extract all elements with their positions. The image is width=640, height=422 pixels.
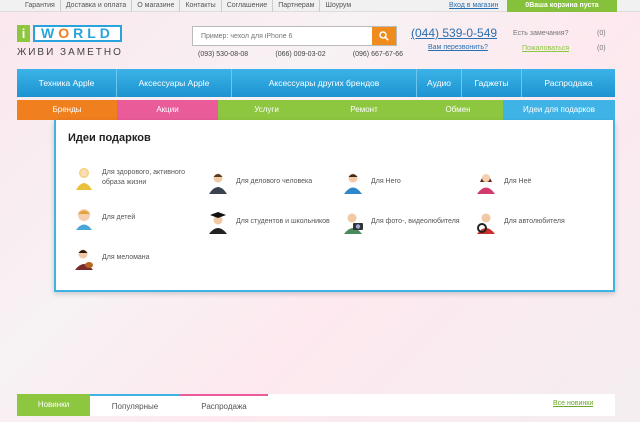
gift-item-auto[interactable]: Для автолюбителя [474, 210, 599, 234]
nav-item-gadgets[interactable]: Гаджеты [462, 69, 522, 97]
child-icon [72, 206, 96, 230]
main-nav: Техника Apple Аксессуары Apple Аксессуар… [17, 69, 615, 97]
subnav-item-promotions[interactable]: Акции [117, 100, 218, 120]
search-icon [379, 31, 389, 41]
search-box [192, 26, 397, 46]
main-phone-link[interactable]: (044) 539-0-549 [411, 26, 497, 40]
business-person-icon [206, 170, 230, 194]
complain-link[interactable]: Пожаловаться [522, 45, 569, 52]
subnav-item-services[interactable]: Услуги [218, 100, 315, 120]
sub-nav: Бренды Акции Услуги Ремонт Обмен Идеи дл… [17, 100, 615, 120]
gift-label: Для Него [371, 178, 401, 185]
gift-item-kids[interactable]: Для детей [72, 206, 197, 230]
top-menu-item-delivery[interactable]: Доставка и оплата [61, 0, 133, 12]
top-menu-item-contacts[interactable]: Контакты [180, 0, 222, 12]
top-menu-item-about[interactable]: О магазине [132, 0, 181, 12]
top-menu: Гарантия Доставка и оплата О магазине Ко… [20, 0, 356, 12]
gift-label: Для Неё [504, 178, 532, 185]
remarks-label: Есть замечания? [513, 30, 569, 37]
man-icon [341, 170, 365, 194]
gift-label: Для студентов и школьников [236, 218, 330, 225]
top-menu-item-showroom[interactable]: Шоурум [320, 0, 356, 12]
nav-item-other-accessories[interactable]: Аксессуары других брендов [232, 69, 417, 97]
complain-count: (0) [597, 45, 606, 52]
gift-item-music[interactable]: Для меломана [72, 246, 197, 270]
top-menu-item-partners[interactable]: Партнерам [273, 0, 321, 12]
subnav-item-gift-ideas[interactable]: Идеи для подарков [503, 100, 615, 120]
phone-2: (066) 009-03-02 [275, 51, 326, 58]
gift-label: Для меломана [102, 254, 150, 261]
phone-1: (093) 530-08-08 [198, 51, 249, 58]
gift-item-photo[interactable]: Для фото-, видеолюбителя [341, 210, 466, 234]
all-new-link[interactable]: Все новинки [553, 400, 593, 407]
cart-button[interactable]: 0Ваша корзина пуста [507, 0, 617, 12]
logo-tagline: ЖИВИ ЗАМЕТНО [17, 47, 123, 58]
gift-label: Для детей [102, 214, 136, 221]
logo-mark: i WORLD [17, 25, 122, 42]
search-button[interactable] [372, 27, 396, 45]
gift-item-for-her[interactable]: Для Неё [474, 170, 599, 194]
subnav-item-brands[interactable]: Бренды [17, 100, 117, 120]
top-menu-item-warranty[interactable]: Гарантия [20, 0, 61, 12]
nav-item-apple-tech[interactable]: Техника Apple [17, 69, 117, 97]
product-tabs-bar: Новинки Популярные Распродажа [17, 394, 615, 416]
tab-sale[interactable]: Распродажа [180, 394, 268, 416]
gift-ideas-panel: Идеи подарков Для здорового, активного о… [54, 120, 615, 292]
phone-list: (093) 530-08-08 (066) 009-03-02 (096) 66… [198, 51, 403, 58]
gift-label: Для автолюбителя [504, 218, 565, 225]
nav-item-apple-accessories[interactable]: Аксессуары Apple [117, 69, 232, 97]
nav-item-audio[interactable]: Аудио [417, 69, 462, 97]
logo-word: WORLD [33, 25, 122, 42]
gift-item-healthy[interactable]: Для здорового, активного образа жизни [72, 166, 197, 190]
phone-3: (096) 667-67-66 [352, 51, 403, 58]
photographer-icon [341, 210, 365, 234]
top-menu-item-agreement[interactable]: Соглашение [222, 0, 274, 12]
gift-item-for-him[interactable]: Для Него [341, 170, 466, 194]
subnav-item-exchange[interactable]: Обмен [413, 100, 503, 120]
gift-label: Для фото-, видеолюбителя [371, 218, 460, 225]
tab-popular[interactable]: Популярные [90, 394, 180, 416]
gift-label: Для делового человека [236, 178, 313, 185]
gift-item-students[interactable]: Для студентов и школьников [206, 210, 331, 234]
gift-label: Для здорового, активного образа жизни [102, 169, 186, 186]
callback-link[interactable]: Вам перезвонить? [428, 44, 488, 51]
gift-item-business[interactable]: Для делового человека [206, 170, 331, 194]
logo-letter-i: i [17, 25, 30, 42]
student-icon [206, 210, 230, 234]
remarks-count: (0) [597, 30, 606, 37]
logo[interactable]: i WORLD ЖИВИ ЗАМЕТНО [17, 25, 167, 61]
nav-item-sale[interactable]: Распродажа [522, 69, 615, 97]
login-link[interactable]: Вход в магазин [449, 0, 498, 12]
search-input[interactable] [193, 27, 373, 45]
panel-title: Идеи подарков [68, 132, 151, 144]
tab-new[interactable]: Новинки [17, 394, 90, 416]
music-lover-icon [72, 246, 96, 270]
sporty-person-icon [72, 166, 96, 190]
woman-icon [474, 170, 498, 194]
driver-icon [474, 210, 498, 234]
subnav-item-repair[interactable]: Ремонт [315, 100, 413, 120]
